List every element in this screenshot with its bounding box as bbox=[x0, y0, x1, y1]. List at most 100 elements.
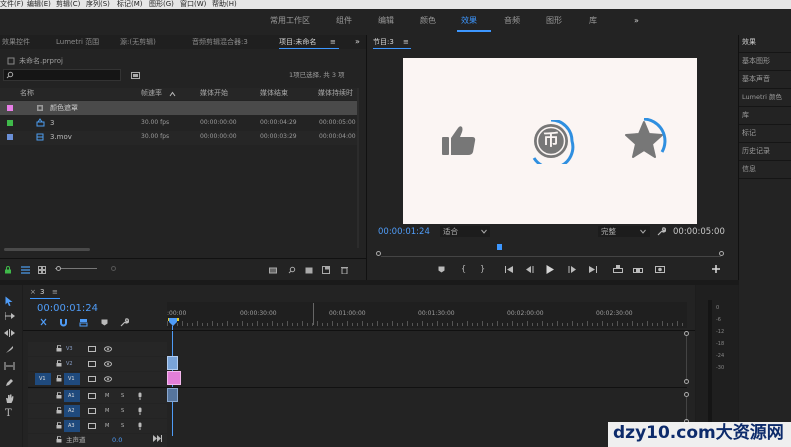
v-scroll-handle-bottom[interactable] bbox=[684, 379, 689, 384]
right-panel-lumetri-color[interactable]: Lumetri 颜色 bbox=[742, 94, 782, 101]
lock-track-icon[interactable] bbox=[56, 392, 62, 399]
menu-graphics[interactable]: 图形(G) bbox=[149, 0, 174, 8]
tab-lumetri-scopes[interactable]: Lumetri 范围 bbox=[56, 39, 99, 46]
mute-button[interactable]: M bbox=[105, 424, 109, 429]
timeline-menu-icon[interactable]: ≡ bbox=[52, 289, 58, 296]
snap-icon[interactable] bbox=[59, 318, 68, 327]
eye-icon[interactable] bbox=[104, 361, 112, 367]
zoom-slider-track[interactable] bbox=[55, 268, 97, 269]
program-current-time[interactable]: 00:00:01:24 bbox=[378, 228, 430, 237]
sync-lock-icon[interactable] bbox=[88, 393, 96, 399]
project-horizontal-scrollbar[interactable] bbox=[4, 248, 90, 251]
icon-view-icon[interactable] bbox=[38, 266, 46, 274]
label-swatch-green[interactable] bbox=[7, 120, 13, 126]
eye-icon[interactable] bbox=[104, 346, 112, 352]
right-panel-essential-sound[interactable]: 基本声音 bbox=[742, 76, 770, 83]
export-frame-icon[interactable] bbox=[655, 265, 665, 273]
workspace-color[interactable]: 颜色 bbox=[416, 9, 440, 33]
mute-button[interactable]: M bbox=[105, 409, 109, 414]
tab-effect-controls[interactable]: 效果控件 bbox=[2, 39, 30, 46]
sync-lock-icon[interactable] bbox=[88, 408, 96, 414]
ripple-edit-tool-icon[interactable] bbox=[4, 329, 15, 337]
column-name[interactable]: 名称 bbox=[20, 90, 34, 97]
sort-icons-icon[interactable] bbox=[111, 266, 116, 271]
right-panel-markers[interactable]: 标记 bbox=[742, 130, 756, 137]
go-to-out-icon[interactable] bbox=[588, 266, 597, 273]
label-swatch-pink[interactable] bbox=[7, 105, 13, 111]
linked-selection-icon[interactable] bbox=[79, 318, 88, 327]
solo-button[interactable]: S bbox=[121, 394, 124, 399]
razor-tool-icon[interactable] bbox=[5, 345, 14, 354]
program-scrubber[interactable] bbox=[381, 248, 721, 257]
lock-icon[interactable] bbox=[4, 266, 12, 274]
trash-icon[interactable] bbox=[341, 266, 348, 274]
wrench-icon[interactable] bbox=[657, 227, 666, 236]
zoom-slider-handle[interactable] bbox=[56, 266, 61, 271]
tab-project[interactable]: 项目:未命名 bbox=[279, 39, 316, 46]
right-panel-effects[interactable]: 效果 bbox=[742, 39, 756, 46]
left-panel-more-button[interactable]: » bbox=[355, 38, 360, 46]
workspace-audio[interactable]: 音频 bbox=[500, 9, 524, 33]
column-media-end[interactable]: 媒体结束 bbox=[260, 90, 288, 97]
go-to-in-icon[interactable] bbox=[505, 266, 514, 273]
program-playhead[interactable] bbox=[497, 244, 502, 250]
sync-lock-icon[interactable] bbox=[88, 346, 96, 352]
master-volume-value[interactable]: 0.0 bbox=[112, 437, 122, 444]
column-frame-rate[interactable]: 帧速率 bbox=[141, 90, 162, 97]
add-button-icon[interactable] bbox=[712, 265, 720, 273]
clip-v2[interactable] bbox=[167, 356, 178, 370]
sync-lock-icon[interactable] bbox=[88, 423, 96, 429]
scrubber-start-handle[interactable] bbox=[376, 251, 381, 256]
workspace-common[interactable]: 常用工作区 bbox=[266, 9, 314, 33]
workspace-graphics[interactable]: 图形 bbox=[542, 9, 566, 33]
menu-window[interactable]: 窗口(W) bbox=[180, 0, 206, 8]
right-panel-info[interactable]: 信息 bbox=[742, 166, 756, 173]
right-panel-libraries[interactable]: 库 bbox=[742, 112, 749, 119]
microphone-icon[interactable] bbox=[137, 422, 143, 430]
selection-tool-icon[interactable] bbox=[5, 296, 13, 306]
lock-track-icon[interactable] bbox=[56, 407, 62, 414]
right-panel-history[interactable]: 历史记录 bbox=[742, 148, 770, 155]
menu-sequence[interactable]: 序列(S) bbox=[86, 0, 110, 8]
step-forward-icon[interactable] bbox=[568, 266, 576, 273]
new-bin-from-search-icon[interactable] bbox=[131, 71, 140, 79]
add-marker-icon[interactable] bbox=[101, 319, 108, 326]
mute-button[interactable]: M bbox=[105, 394, 109, 399]
project-search-input[interactable] bbox=[3, 69, 121, 81]
program-monitor-title[interactable]: 节目:3 bbox=[373, 39, 394, 46]
program-monitor-menu-icon[interactable]: ≡ bbox=[403, 39, 409, 46]
timeline-settings-wrench-icon[interactable] bbox=[120, 318, 129, 327]
step-back-icon[interactable] bbox=[526, 266, 534, 273]
audio-vertical-scrollbar[interactable] bbox=[686, 397, 687, 421]
right-panel-essential-graphics[interactable]: 基本图形 bbox=[742, 58, 770, 65]
workspace-editing[interactable]: 编辑 bbox=[374, 9, 398, 33]
track-select-tool-icon[interactable] bbox=[5, 312, 15, 320]
microphone-icon[interactable] bbox=[137, 392, 143, 400]
new-item-icon[interactable] bbox=[322, 266, 330, 274]
track-label-v3[interactable]: V3 bbox=[66, 347, 73, 352]
lock-track-icon[interactable] bbox=[56, 345, 62, 352]
hand-tool-icon[interactable] bbox=[5, 394, 14, 403]
tab-source[interactable]: 源:(无剪辑) bbox=[120, 39, 156, 46]
type-tool-icon[interactable]: T bbox=[5, 409, 12, 419]
new-bin-icon[interactable] bbox=[305, 266, 313, 274]
menu-file[interactable]: 文件(F) bbox=[0, 0, 24, 8]
mark-out-icon[interactable]: } bbox=[480, 265, 485, 273]
solo-button[interactable]: S bbox=[121, 424, 124, 429]
clip-v1-color-matte[interactable] bbox=[167, 371, 181, 385]
lift-icon[interactable] bbox=[613, 265, 623, 273]
eye-icon[interactable] bbox=[104, 376, 112, 382]
extract-icon[interactable] bbox=[633, 265, 643, 273]
go-to-end-icon[interactable] bbox=[153, 435, 162, 442]
workspace-libraries[interactable]: 库 bbox=[585, 9, 601, 33]
sync-lock-icon[interactable] bbox=[88, 376, 96, 382]
project-panel-menu-icon[interactable]: ≡ bbox=[330, 39, 336, 46]
list-view-icon[interactable] bbox=[21, 266, 30, 274]
sort-ascending-icon[interactable] bbox=[169, 91, 176, 97]
find-icon[interactable] bbox=[288, 266, 296, 274]
workspace-more-button[interactable]: » bbox=[630, 9, 643, 33]
lock-track-icon[interactable] bbox=[56, 436, 62, 443]
solo-button[interactable]: S bbox=[121, 409, 124, 414]
microphone-icon[interactable] bbox=[137, 407, 143, 415]
track-label-v2[interactable]: V2 bbox=[66, 362, 73, 367]
